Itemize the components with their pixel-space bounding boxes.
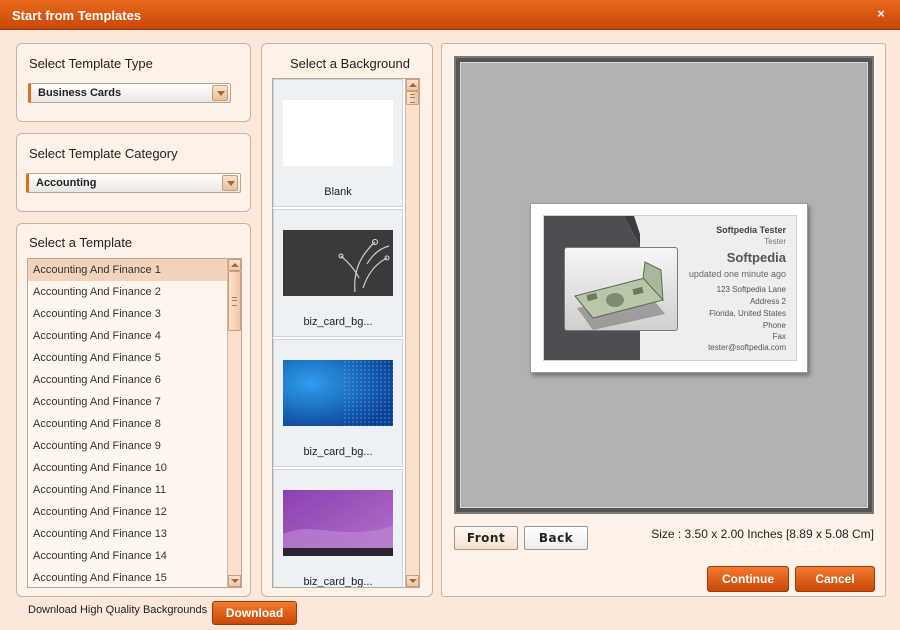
template-list-item[interactable]: Accounting And Finance 6: [28, 369, 241, 391]
scroll-up-arrow-icon[interactable]: [406, 79, 419, 91]
continue-button[interactable]: Continue: [707, 566, 789, 592]
template-list-item[interactable]: Accounting And Finance 2: [28, 281, 241, 303]
background-thumbnail-item[interactable]: biz_card_bg...: [273, 469, 403, 588]
card-face: Softpedia Tester Tester Softpedia update…: [543, 215, 797, 361]
background-thumbnail-item[interactable]: Blank: [273, 79, 403, 207]
window-title: Start from Templates: [12, 8, 142, 23]
template-list-item[interactable]: Accounting And Finance 14: [28, 545, 241, 567]
background-caption: Blank: [324, 186, 352, 198]
preview-frame: Softpedia Tester Tester Softpedia update…: [454, 56, 874, 514]
dollar-bill-image: [574, 261, 665, 330]
preview-panel: Softpedia Tester Tester Softpedia update…: [441, 43, 886, 597]
template-list-item[interactable]: Accounting And Finance 5: [28, 347, 241, 369]
template-list-item[interactable]: Accounting And Finance 4: [28, 325, 241, 347]
card-updated: updated one minute ago: [688, 269, 786, 279]
scroll-thumb[interactable]: [406, 91, 419, 105]
template-list-item[interactable]: Accounting And Finance 7: [28, 391, 241, 413]
background-caption: biz_card_bg...: [303, 446, 373, 458]
card-address-block: 123 Softpedia Lane Address 2 Florida, Un…: [708, 284, 786, 354]
download-button[interactable]: Download: [212, 601, 297, 625]
download-text: Download High Quality Backgrounds: [28, 604, 208, 616]
template-list-panel: Select a Template Accounting And Finance…: [16, 223, 251, 597]
template-listbox[interactable]: Accounting And Finance 1 Accounting And F…: [27, 258, 242, 588]
template-list-item[interactable]: Accounting And Finance 13: [28, 523, 241, 545]
cancel-button[interactable]: Cancel: [795, 566, 875, 592]
card-address-line: Fax: [772, 332, 786, 341]
background-caption: biz_card_bg...: [303, 576, 373, 588]
template-list-item[interactable]: Accounting And Finance 1: [28, 259, 241, 281]
template-category-panel: Select Template Category Accounting: [16, 133, 251, 212]
template-type-panel: Select Template Type Business Cards: [16, 43, 251, 122]
background-label: Select a Background: [290, 56, 410, 71]
title-bar: Start from Templates ×: [0, 0, 900, 30]
chevron-down-icon[interactable]: [222, 175, 238, 191]
template-list-item[interactable]: Accounting And Finance 12: [28, 501, 241, 523]
template-items: Accounting And Finance 1 Accounting And F…: [28, 259, 241, 587]
background-scrollbar[interactable]: [405, 79, 419, 587]
template-scrollbar[interactable]: [227, 259, 241, 587]
background-caption: biz_card_bg...: [303, 316, 373, 328]
card-address-line: Florida, United States: [709, 309, 786, 318]
background-thumbnail-image: [283, 230, 393, 296]
card-address-line: 123 Softpedia Lane: [716, 285, 786, 294]
template-list-item[interactable]: Accounting And Finance 8: [28, 413, 241, 435]
template-category-label: Select Template Category: [29, 146, 178, 161]
template-category-value: Accounting: [36, 177, 97, 189]
background-panel: Select a Background Blank biz_card_bg... b…: [261, 43, 433, 597]
template-list-item[interactable]: Accounting And Finance 3: [28, 303, 241, 325]
softpedia-watermark: SOFTPEDIA: [730, 537, 843, 554]
template-list-item[interactable]: Accounting And Finance 10: [28, 457, 241, 479]
background-thumbnail-item[interactable]: biz_card_bg...: [273, 209, 403, 337]
card-address-line: Address 2: [749, 297, 786, 306]
background-thumbnail-item[interactable]: biz_card_bg...: [273, 339, 403, 467]
background-thumbnail-image: [283, 490, 393, 556]
template-list-item[interactable]: Accounting And Finance 11: [28, 479, 241, 501]
scroll-down-arrow-icon[interactable]: [406, 575, 419, 587]
chevron-down-icon[interactable]: [212, 85, 228, 101]
card-address-line: tester@softpedia.com: [708, 343, 786, 352]
scroll-up-arrow-icon[interactable]: [228, 259, 241, 271]
scroll-thumb[interactable]: [228, 271, 241, 331]
template-list-item[interactable]: Accounting And Finance 9: [28, 435, 241, 457]
template-list-item[interactable]: Accounting And Finance 15: [28, 567, 241, 587]
card-photo: [564, 247, 678, 331]
front-button[interactable]: Front: [454, 526, 518, 550]
card-address-line: Phone: [762, 321, 786, 330]
dialog-body: Select Template Type Business Cards Sele…: [0, 30, 900, 630]
business-card-preview[interactable]: Softpedia Tester Tester Softpedia update…: [530, 203, 808, 373]
back-button[interactable]: Back: [524, 526, 588, 550]
template-type-label: Select Template Type: [29, 56, 153, 71]
template-type-value: Business Cards: [38, 87, 122, 99]
preview-canvas: Softpedia Tester Tester Softpedia update…: [460, 62, 868, 508]
close-icon[interactable]: ×: [874, 7, 888, 21]
card-name: Softpedia Tester: [716, 225, 786, 235]
background-thumbnail-image: [283, 100, 393, 166]
template-list-label: Select a Template: [29, 235, 133, 250]
card-role: Tester: [764, 237, 786, 246]
background-thumbnail-image: [283, 360, 393, 426]
background-list[interactable]: Blank biz_card_bg... biz_card_bg... biz_car…: [272, 78, 420, 588]
card-company: Softpedia: [726, 250, 786, 265]
scroll-down-arrow-icon[interactable]: [228, 575, 241, 587]
template-type-select[interactable]: Business Cards: [28, 83, 231, 103]
template-category-select[interactable]: Accounting: [26, 173, 241, 193]
